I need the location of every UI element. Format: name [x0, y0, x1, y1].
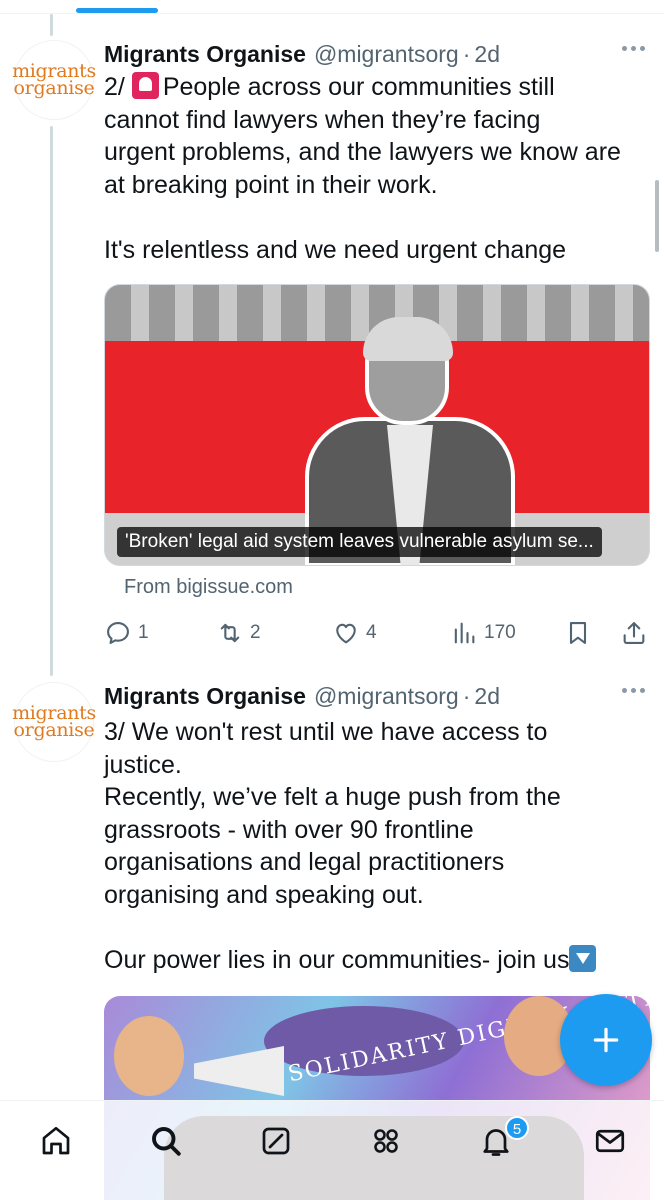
thread-line — [50, 126, 53, 676]
tweet-text-line: Our power lies in our communities- join … — [104, 945, 570, 974]
bottom-tab-bar — [0, 1100, 664, 1200]
search-icon — [152, 1127, 181, 1156]
reply-icon — [107, 622, 129, 644]
reply-count: 1 — [138, 622, 149, 643]
views-chart-icon — [454, 622, 475, 644]
timestamp[interactable]: 2d — [474, 683, 500, 710]
heart-icon — [336, 623, 356, 644]
timestamp[interactable]: 2d — [474, 41, 500, 68]
like-count: 4 — [366, 622, 377, 643]
grok-icon — [262, 1127, 290, 1155]
link-source[interactable]: From bigissue.com — [124, 576, 293, 599]
scrollbar[interactable] — [655, 180, 659, 252]
bookmark-icon — [569, 622, 587, 644]
search-tab[interactable] — [148, 1123, 184, 1159]
separator-dot: · — [462, 682, 471, 709]
active-tab-indicator — [76, 8, 158, 13]
author-handle[interactable]: @migrantsorg — [314, 41, 459, 68]
author-name[interactable]: Migrants Organise — [104, 683, 306, 710]
avatar-text-line: organise — [13, 77, 95, 99]
tweet-text-line: It's relentless and we need urgent chang… — [104, 235, 567, 264]
more-options-icon[interactable] — [622, 46, 645, 51]
tweet-text: 2/ People across our communities still c… — [104, 71, 654, 266]
megaphone-illustration — [194, 1046, 284, 1096]
avatar[interactable]: migrants organise — [12, 40, 96, 120]
link-card[interactable]: 'Broken' legal aid system leaves vulnera… — [104, 284, 650, 566]
like-button[interactable]: 4 — [332, 616, 377, 650]
tweet-text-line: at breaking point in their work. — [104, 170, 438, 199]
tweet-header: Migrants Organise @migrantsorg · 2d — [104, 678, 500, 714]
author-handle[interactable]: @migrantsorg — [314, 683, 459, 710]
notification-badge: 5 — [505, 1116, 529, 1140]
tweet-text-line: People across our communities still — [162, 73, 555, 101]
more-options-icon[interactable] — [622, 688, 645, 693]
thread-line-top — [50, 14, 53, 36]
grok-tab[interactable] — [258, 1123, 294, 1159]
plus-icon — [593, 1027, 619, 1053]
home-icon — [42, 1126, 70, 1155]
tweet-text-line: Recently, we’ve felt a huge push from th… — [104, 783, 561, 811]
tweet-text-line — [104, 911, 654, 944]
tweet-text-line: grassroots - with over 90 frontline — [104, 815, 474, 844]
messages-tab[interactable] — [592, 1123, 628, 1159]
tweet-prefix: 2/ — [104, 73, 125, 101]
tweet-text: 3/ We won't rest until we have access to… — [104, 716, 654, 976]
separator-dot: · — [462, 40, 471, 67]
link-card-caption: 'Broken' legal aid system leaves vulnera… — [117, 527, 602, 557]
share-icon — [623, 622, 645, 644]
avatar-text-line: organise — [13, 719, 95, 741]
communities-tab[interactable] — [368, 1123, 404, 1159]
tweet-text-line: 3/ We won't rest until we have access to — [104, 718, 548, 746]
retweet-button[interactable]: 2 — [216, 616, 261, 650]
rotating-light-emoji-icon — [131, 72, 159, 99]
views-button[interactable]: 170 — [450, 616, 516, 650]
tweet-text-line: urgent problems, and the lawyers we know… — [104, 138, 621, 166]
tweet-text-line — [104, 201, 654, 234]
home-tab[interactable] — [38, 1123, 74, 1159]
retweet-count: 2 — [250, 622, 261, 643]
tweet-text-line: cannot find lawyers when they’re facing — [104, 105, 541, 134]
communities-icon — [374, 1129, 398, 1153]
compose-button[interactable] — [560, 994, 652, 1086]
tweet-actions: 1 2 4 170 — [104, 616, 645, 650]
tweet-text-line: organising and speaking out. — [104, 880, 424, 909]
view-count: 170 — [484, 622, 516, 643]
reply-button[interactable]: 1 — [104, 616, 149, 650]
bookmark-button[interactable] — [564, 616, 592, 650]
share-button[interactable] — [620, 616, 648, 650]
retweet-icon — [220, 623, 240, 643]
author-name[interactable]: Migrants Organise — [104, 41, 306, 68]
avatar[interactable]: migrants organise — [12, 682, 96, 762]
tweet-text-line: justice. — [104, 750, 182, 779]
down-arrow-emoji-icon — [569, 944, 597, 972]
top-tab-strip — [0, 0, 664, 14]
tweet-header: Migrants Organise @migrantsorg · 2d — [104, 36, 500, 72]
envelope-icon — [595, 1129, 625, 1153]
tweet-text-line: organisations and legal practitioners — [104, 848, 505, 876]
